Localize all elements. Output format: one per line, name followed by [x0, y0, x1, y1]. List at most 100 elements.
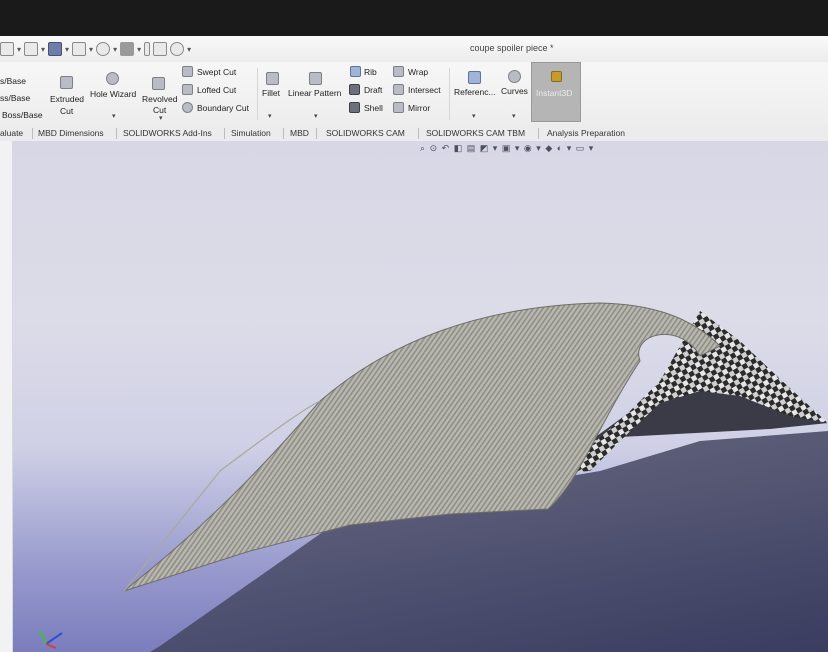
- curves-label[interactable]: Curves: [501, 86, 528, 96]
- instant3d-button[interactable]: Instant3D: [531, 62, 581, 122]
- boundary-cut-icon[interactable]: [182, 102, 193, 113]
- tab-simulation[interactable]: Simulation: [231, 127, 271, 140]
- chevron-down-icon[interactable]: ▾: [268, 112, 272, 120]
- section-view-icon[interactable]: ◧: [454, 143, 463, 153]
- tab-divider: [418, 128, 419, 139]
- extruded-cut-label[interactable]: Extruded: [50, 94, 84, 104]
- extruded-cut-icon[interactable]: [60, 76, 73, 89]
- chevron-down-icon[interactable]: ▾: [17, 45, 21, 54]
- model-canvas[interactable]: [0, 141, 828, 652]
- chevron-down-icon[interactable]: ▾: [567, 143, 572, 153]
- quick-access-toolbar: ▾ ▾ ▾ ▾ ▾ ▾ ▾: [0, 41, 191, 57]
- rebuild-icon[interactable]: [144, 42, 151, 56]
- tab-divider: [538, 128, 539, 139]
- chevron-down-icon[interactable]: ▾: [41, 45, 45, 54]
- instant3d-icon: [551, 71, 562, 82]
- display-style-icon[interactable]: ▣: [502, 143, 511, 153]
- swept-cut-icon[interactable]: [182, 66, 193, 77]
- chevron-down-icon[interactable]: ▾: [493, 143, 498, 153]
- draft-label[interactable]: Draft: [364, 85, 382, 95]
- chevron-down-icon[interactable]: ▾: [187, 45, 191, 54]
- hole-wizard-label[interactable]: Hole Wizard: [90, 89, 136, 99]
- save-icon[interactable]: [48, 42, 63, 56]
- extruded-boss-label[interactable]: s/Base: [0, 76, 26, 86]
- zoom-area-icon[interactable]: ⊙: [430, 143, 438, 153]
- zoom-to-fit-icon[interactable]: ⌕: [420, 143, 425, 153]
- chevron-down-icon[interactable]: ▾: [113, 45, 117, 54]
- lofted-cut-label[interactable]: Lofted Cut: [197, 85, 236, 95]
- boundary-boss-label[interactable]: Boss/Base: [2, 110, 43, 120]
- rib-icon[interactable]: [350, 66, 361, 77]
- fillet-label[interactable]: Fillet: [262, 88, 280, 98]
- open-document-icon[interactable]: [24, 42, 39, 56]
- tab-mbd[interactable]: MBD: [290, 127, 309, 140]
- reference-geometry-label[interactable]: Referenc...: [454, 87, 496, 97]
- intersect-icon[interactable]: [393, 84, 404, 95]
- tab-divider: [283, 128, 284, 139]
- undo-icon[interactable]: [96, 42, 111, 56]
- chevron-down-icon[interactable]: ▾: [137, 45, 141, 54]
- graphics-viewport[interactable]: ⌕ ⊙ ↶ ◧ ▤ ◩ ▾ ▣ ▾ ◉ ▾ ◆ ◐ ▾ ▭ ▾: [0, 141, 828, 652]
- heads-up-view-toolbar: ⌕ ⊙ ↶ ◧ ▤ ◩ ▾ ▣ ▾ ◉ ▾ ◆ ◐ ▾ ▭ ▾: [420, 143, 595, 154]
- chevron-down-icon[interactable]: ▾: [472, 112, 476, 120]
- lofted-cut-icon[interactable]: [182, 84, 193, 95]
- chevron-down-icon[interactable]: ▾: [89, 45, 93, 54]
- triad-x-axis: [45, 643, 57, 649]
- intersect-label[interactable]: Intersect: [408, 85, 441, 95]
- view-orientation-icon[interactable]: ◩: [480, 143, 489, 153]
- document-title: coupe spoiler piece *: [470, 43, 554, 53]
- reference-geometry-icon[interactable]: [468, 71, 481, 84]
- chevron-down-icon[interactable]: ▾: [314, 112, 318, 120]
- title-bar: ▾ ▾ ▾ ▾ ▾ ▾ ▾ coupe spoiler piece *: [0, 36, 828, 63]
- tab-mbd-dimensions[interactable]: MBD Dimensions: [38, 127, 104, 140]
- apply-scene-icon[interactable]: ◐: [557, 143, 562, 153]
- linear-pattern-label[interactable]: Linear Pattern: [288, 88, 341, 98]
- new-document-icon[interactable]: [0, 42, 14, 56]
- file-properties-icon[interactable]: [153, 42, 168, 56]
- tab-solidworks-cam[interactable]: SOLIDWORKS CAM: [326, 127, 405, 140]
- tab-analysis-preparation[interactable]: Analysis Preparation: [547, 127, 625, 140]
- select-icon[interactable]: [120, 42, 135, 56]
- view-settings-icon[interactable]: ▭: [576, 143, 585, 153]
- chevron-down-icon[interactable]: ▾: [515, 143, 520, 153]
- mirror-icon[interactable]: [393, 102, 404, 113]
- chevron-down-icon[interactable]: ▾: [536, 143, 541, 153]
- hide-show-items-icon[interactable]: ◉: [524, 143, 532, 153]
- wrap-label[interactable]: Wrap: [408, 67, 428, 77]
- edit-appearance-icon[interactable]: ◆: [545, 143, 552, 153]
- previous-view-icon[interactable]: ↶: [442, 143, 450, 153]
- linear-pattern-icon[interactable]: [309, 72, 322, 85]
- tab-divider: [32, 128, 33, 139]
- chevron-down-icon[interactable]: ▾: [159, 114, 163, 122]
- tab-solidworks-add-ins[interactable]: SOLIDWORKS Add-Ins: [123, 127, 212, 140]
- tab-divider: [116, 128, 117, 139]
- chevron-down-icon[interactable]: ▾: [589, 143, 594, 153]
- tab-evaluate[interactable]: aluate: [0, 127, 23, 140]
- swept-cut-label[interactable]: Swept Cut: [197, 67, 236, 77]
- tab-solidworks-cam-tbm[interactable]: SOLIDWORKS CAM TBM: [426, 127, 525, 140]
- draft-icon[interactable]: [349, 84, 360, 95]
- revolved-cut-icon[interactable]: [152, 77, 165, 90]
- command-manager-ribbon: s/Base ss/Base Boss/Base Extruded Cut Ho…: [0, 62, 828, 127]
- extruded-cut-label-2[interactable]: Cut: [60, 106, 73, 116]
- shell-label[interactable]: Shell: [364, 103, 383, 113]
- fillet-icon[interactable]: [266, 72, 279, 85]
- hole-wizard-icon[interactable]: [106, 72, 119, 85]
- chevron-down-icon[interactable]: ▾: [65, 45, 69, 54]
- command-manager-tabs: aluate MBD Dimensions SOLIDWORKS Add-Ins…: [0, 126, 828, 142]
- revolved-cut-label[interactable]: Revolved: [142, 94, 177, 104]
- shell-icon[interactable]: [349, 102, 360, 113]
- dynamic-annotation-icon[interactable]: ▤: [467, 143, 476, 153]
- options-gear-icon[interactable]: [170, 42, 185, 56]
- revolved-boss-label[interactable]: ss/Base: [0, 93, 30, 103]
- rib-label[interactable]: Rib: [364, 67, 377, 77]
- chevron-down-icon[interactable]: ▾: [512, 112, 516, 120]
- chevron-down-icon[interactable]: ▾: [112, 112, 116, 120]
- wrap-icon[interactable]: [393, 66, 404, 77]
- boundary-cut-label[interactable]: Boundary Cut: [197, 103, 249, 113]
- curves-icon[interactable]: [508, 70, 521, 83]
- mirror-label[interactable]: Mirror: [408, 103, 430, 113]
- print-icon[interactable]: [72, 42, 87, 56]
- feature-manager-collapsed[interactable]: [0, 141, 13, 652]
- tab-divider: [224, 128, 225, 139]
